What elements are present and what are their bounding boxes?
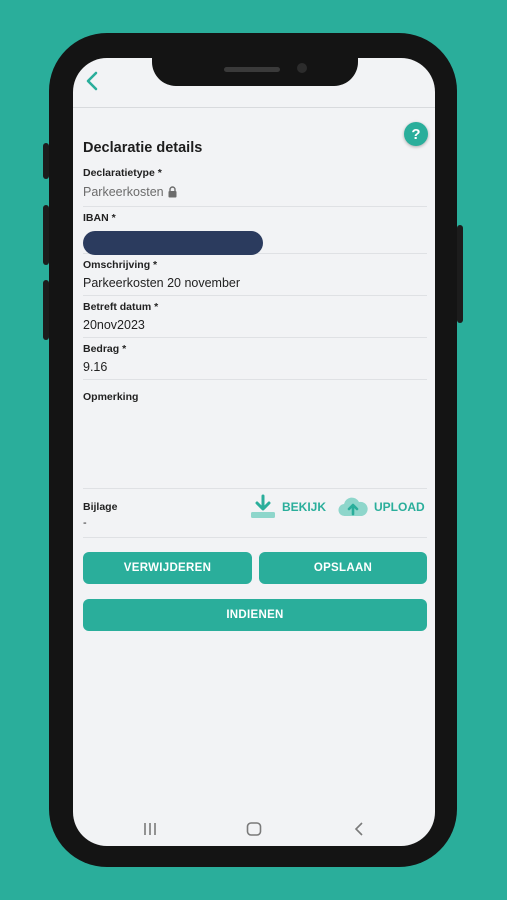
chevron-left-icon[interactable] <box>81 69 105 93</box>
field-betreft-datum[interactable]: Betreft datum * 20nov2023 <box>83 301 427 338</box>
page-title: Declaratie details <box>83 140 203 156</box>
field-value-datum: 20nov2023 <box>83 318 145 332</box>
field-label: Bedrag * <box>83 343 127 355</box>
recent-apps-icon[interactable] <box>142 822 158 836</box>
field-omschrijving[interactable]: Omschrijving * Parkeerkosten 20 november <box>83 259 427 296</box>
field-declaratietype: Declaratietype * Parkeerkosten <box>83 166 427 207</box>
front-camera <box>297 63 307 73</box>
field-label: Betreft datum * <box>83 301 159 313</box>
lock-icon <box>168 186 177 198</box>
phone-notch <box>152 33 358 86</box>
field-label: Omschrijving * <box>83 259 158 271</box>
phone-volume-up-button <box>43 205 49 265</box>
field-label: IBAN * <box>83 212 116 224</box>
field-iban[interactable]: IBAN * <box>83 212 427 255</box>
view-label: BEKIJK <box>282 500 327 514</box>
save-button[interactable]: OPSLAAN <box>259 552 427 584</box>
phone-volume-down-button <box>43 280 49 340</box>
app-screen: ? Declaratie details Declaratietype * Pa… <box>73 58 435 846</box>
cloud-upload-icon <box>338 497 368 517</box>
speaker <box>224 67 280 72</box>
field-label: Bijlage <box>83 501 118 513</box>
phone-side-button <box>43 143 49 179</box>
view-attachment-button[interactable]: BEKIJK <box>249 494 326 520</box>
field-bijlage: Bijlage - BEKIJK UPLOAD <box>83 494 427 538</box>
back-icon[interactable] <box>353 822 365 836</box>
home-icon[interactable] <box>246 822 262 836</box>
field-value-bijlage: - <box>83 517 87 529</box>
delete-button[interactable]: VERWIJDEREN <box>83 552 252 584</box>
field-value-bedrag: 9.16 <box>83 360 108 374</box>
field-bedrag[interactable]: Bedrag * 9.16 <box>83 343 427 380</box>
field-label: Opmerking <box>83 391 139 403</box>
phone-power-button <box>457 225 463 323</box>
submit-button[interactable]: INDIENEN <box>83 599 427 631</box>
android-nav-bar <box>73 814 435 846</box>
upload-attachment-button[interactable]: UPLOAD <box>337 494 425 520</box>
field-value-omschrijving: Parkeerkosten 20 november <box>83 276 241 290</box>
field-opmerking[interactable]: Opmerking <box>83 391 427 489</box>
upload-label: UPLOAD <box>374 500 425 514</box>
help-button[interactable]: ? <box>404 122 428 146</box>
field-label: Declaratietype * <box>83 167 162 179</box>
download-icon <box>251 494 275 518</box>
iban-masked-value <box>83 231 263 255</box>
field-value-declaratietype: Parkeerkosten <box>83 185 178 199</box>
topbar-divider <box>73 107 435 108</box>
